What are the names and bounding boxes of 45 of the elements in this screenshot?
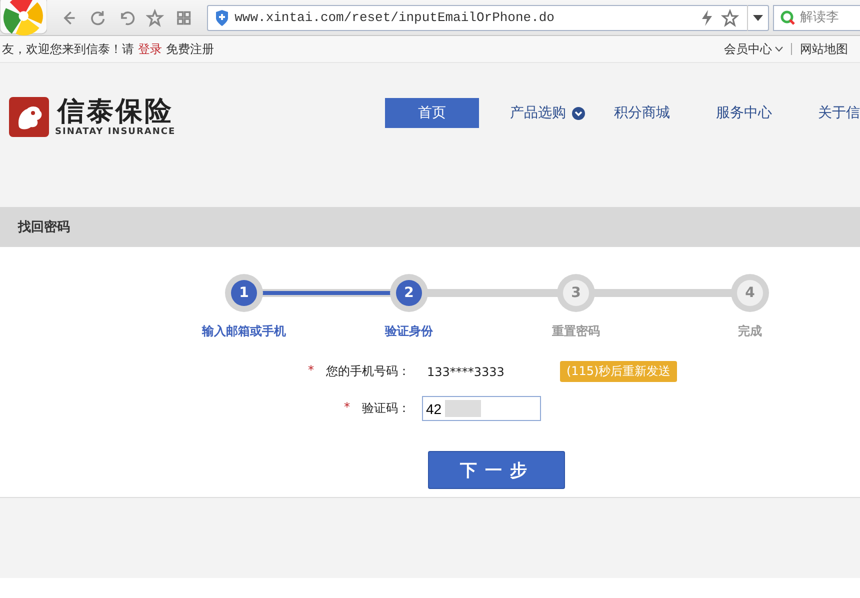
lion-seal-icon bbox=[9, 97, 49, 137]
logo-subtitle: SINATAY INSURANCE bbox=[55, 127, 176, 137]
step-circle: 4 bbox=[731, 274, 769, 312]
code-input[interactable]: 42 bbox=[423, 400, 540, 416]
top-link[interactable]: 网站地图 bbox=[792, 40, 856, 58]
nav-item[interactable]: 产品选购 bbox=[510, 98, 585, 128]
phone-number: 133****3333 bbox=[427, 364, 504, 378]
nav-item[interactable]: 关于信 bbox=[818, 98, 860, 128]
search-input[interactable]: 解读李 bbox=[796, 10, 860, 25]
phone-label: 您的手机号码： bbox=[326, 363, 410, 380]
code-label: 验证码： bbox=[362, 400, 410, 417]
register-link[interactable]: 免费注册 bbox=[166, 40, 214, 58]
step-circle: 2 bbox=[390, 274, 428, 312]
search-field[interactable]: 解读李 bbox=[772, 4, 860, 30]
nav-item[interactable]: 服务中心 bbox=[716, 98, 772, 128]
lightning-icon[interactable] bbox=[700, 10, 713, 26]
code-input-field[interactable]: 42 bbox=[422, 396, 541, 421]
caret-icon bbox=[752, 14, 763, 20]
chevron-down-icon bbox=[775, 46, 783, 52]
chevron-down-icon bbox=[572, 106, 585, 120]
star-icon[interactable] bbox=[146, 8, 164, 26]
login-link[interactable]: 登录 bbox=[138, 40, 162, 58]
shield-icon bbox=[214, 10, 229, 26]
address-bar[interactable]: www.xintai.com/reset/inputEmailOrPhone.do bbox=[206, 4, 769, 30]
section-title: 找回密码 bbox=[18, 218, 70, 236]
top-link[interactable]: 会员中心 bbox=[716, 40, 791, 58]
step-label: 输入邮箱或手机 bbox=[202, 323, 286, 340]
step-label: 完成 bbox=[738, 323, 762, 340]
required-mark: * bbox=[344, 400, 350, 416]
redaction-block bbox=[445, 400, 481, 417]
step-label: 验证身份 bbox=[385, 323, 433, 340]
nav-item[interactable]: 首页 bbox=[385, 98, 479, 128]
welcome-text: 友，欢迎您来到信泰！请 bbox=[2, 40, 134, 58]
refresh-icon[interactable] bbox=[88, 8, 107, 26]
logo-name: 信泰保险 bbox=[57, 97, 174, 127]
step-circle: 3 bbox=[557, 274, 595, 312]
star-icon[interactable] bbox=[720, 8, 739, 26]
next-button[interactable]: 下一步 bbox=[428, 451, 565, 489]
required-mark: * bbox=[308, 363, 314, 379]
grid-icon[interactable] bbox=[174, 8, 193, 26]
nav-item[interactable]: 积分商城 bbox=[614, 98, 670, 128]
search-icon bbox=[780, 10, 796, 26]
step-circle: 1 bbox=[225, 274, 263, 312]
browser-logo-icon[interactable] bbox=[0, 0, 48, 36]
step-label: 重置密码 bbox=[552, 323, 600, 340]
